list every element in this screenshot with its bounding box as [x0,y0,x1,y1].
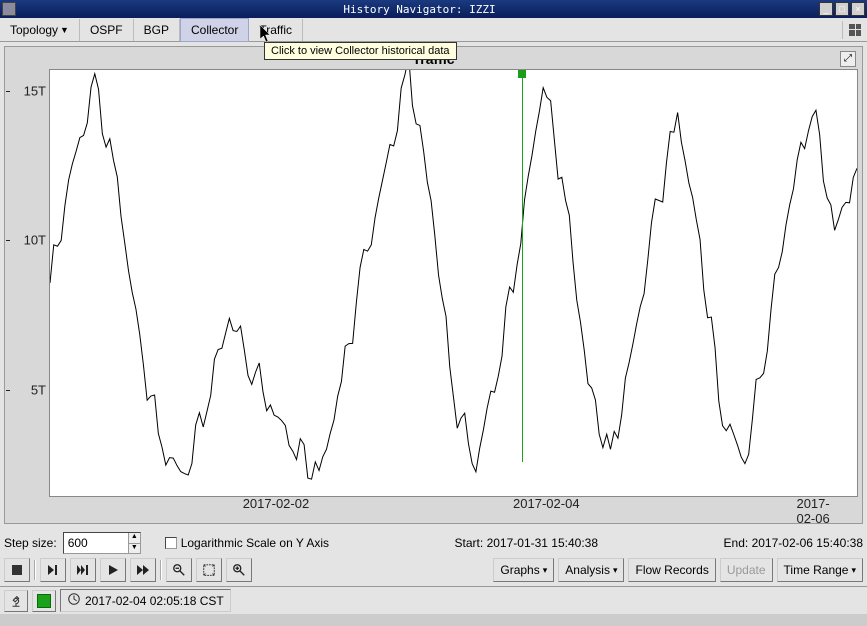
system-menu-icon[interactable] [2,2,16,16]
timestamp-display: 2017-02-04 02:05:18 CST [60,589,231,612]
menu-traffic-label: Traffic [259,23,292,37]
popout-chart-button[interactable]: ⤢ [840,51,856,67]
footer: Step size: ▲ ▼ Logarithmic Scale on Y Ax… [0,528,867,586]
spinner-down-icon[interactable]: ▼ [128,544,140,554]
chevron-down-icon: ▾ [613,565,618,576]
y-tick-label: 5T [31,382,46,397]
analysis-label: Analysis [565,563,610,577]
y-tick-label: 15T [24,84,46,99]
flow-records-label: Flow Records [635,563,708,577]
close-button[interactable]: × [851,2,865,16]
zoom-out-button[interactable] [166,558,192,582]
menu-ospf-label: OSPF [90,23,123,37]
maximize-button[interactable]: □ [835,2,849,16]
menu-traffic[interactable]: Traffic [249,19,303,41]
spinner-up-icon[interactable]: ▲ [128,533,140,544]
x-tick-label: 2017-02-02 [243,496,310,511]
x-tick-label: 2017-02-04 [513,496,580,511]
chevron-down-icon: ▾ [543,565,548,576]
update-label: Update [727,563,766,577]
play-button[interactable] [100,558,126,582]
window-titlebar: History Navigator: IZZI _ □ × [0,0,867,18]
time-range-label: Time Range [784,563,849,577]
y-tick-label: 10T [24,233,46,248]
x-axis: 2017-02-02 2017-02-04 2017-02-06 [50,496,857,514]
end-time-text: End: 2017-02-06 15:40:38 [724,536,863,550]
chart-line [50,70,857,496]
time-range-dropdown[interactable]: Time Range ▾ [777,558,863,582]
zoom-fit-button[interactable] [196,558,222,582]
menu-ospf[interactable]: OSPF [80,19,134,41]
tooltip-text: Click to view Collector historical data [271,45,450,57]
chart-panel: Traffic ⤢ 15T 10T 5T 2017-02-02 201 [4,46,863,524]
microscope-button[interactable] [4,590,28,612]
graphs-dropdown[interactable]: Graphs ▾ [493,558,554,582]
window-title: History Navigator: IZZI [20,3,819,16]
footer-row-2: Graphs ▾ Analysis ▾ Flow Records Update … [4,558,863,582]
chart-plot-area[interactable]: 15T 10T 5T 2017-02-02 2017-02-04 2017-02… [49,69,858,497]
analysis-dropdown[interactable]: Analysis ▾ [558,558,624,582]
statusbar: 2017-02-04 02:05:18 CST [0,586,867,614]
checkbox-icon [165,537,177,549]
menu-topology[interactable]: Topology ▼ [0,19,80,41]
clock-icon [67,592,81,609]
x-tick-label: 2017-02-06 [796,496,836,526]
stop-button[interactable] [4,558,30,582]
step-size-spinner[interactable]: ▲ ▼ [63,532,141,554]
fast-step-forward-button[interactable] [70,558,96,582]
menubar: Topology ▼ OSPF BGP Collector Traffic Cl… [0,18,867,42]
log-scale-label: Logarithmic Scale on Y Axis [181,536,329,550]
menu-topology-label: Topology [10,23,58,37]
graphs-label: Graphs [500,563,539,577]
tooltip: Click to view Collector historical data [264,42,457,60]
timestamp-text: 2017-02-04 02:05:18 CST [85,594,224,608]
step-size-input[interactable] [64,533,128,553]
footer-row-1: Step size: ▲ ▼ Logarithmic Scale on Y Ax… [4,532,863,554]
fast-forward-button[interactable] [130,558,156,582]
minimize-button[interactable]: _ [819,2,833,16]
menu-collector-label: Collector [191,23,238,37]
flow-records-button[interactable]: Flow Records [628,558,715,582]
main-content: Traffic ⤢ 15T 10T 5T 2017-02-02 201 [0,42,867,528]
start-time-text: Start: 2017-01-31 15:40:38 [455,536,598,550]
menu-collector[interactable]: Collector [180,18,249,42]
chevron-down-icon: ▾ [851,565,856,576]
time-marker-handle[interactable] [518,70,526,78]
menu-bgp-label: BGP [144,23,169,37]
step-forward-button[interactable] [40,558,66,582]
time-marker-line[interactable] [522,70,523,462]
menu-bgp[interactable]: BGP [134,19,180,41]
status-indicator[interactable] [32,590,56,612]
grid-icon [849,24,861,36]
zoom-in-button[interactable] [226,558,252,582]
update-button[interactable]: Update [720,558,773,582]
chevron-down-icon: ▼ [60,25,69,35]
y-axis: 15T 10T 5T [10,70,48,496]
step-size-label: Step size: [4,536,57,550]
green-square-icon [37,594,51,608]
layout-grid-button[interactable] [842,21,867,39]
log-scale-checkbox[interactable]: Logarithmic Scale on Y Axis [165,536,329,550]
